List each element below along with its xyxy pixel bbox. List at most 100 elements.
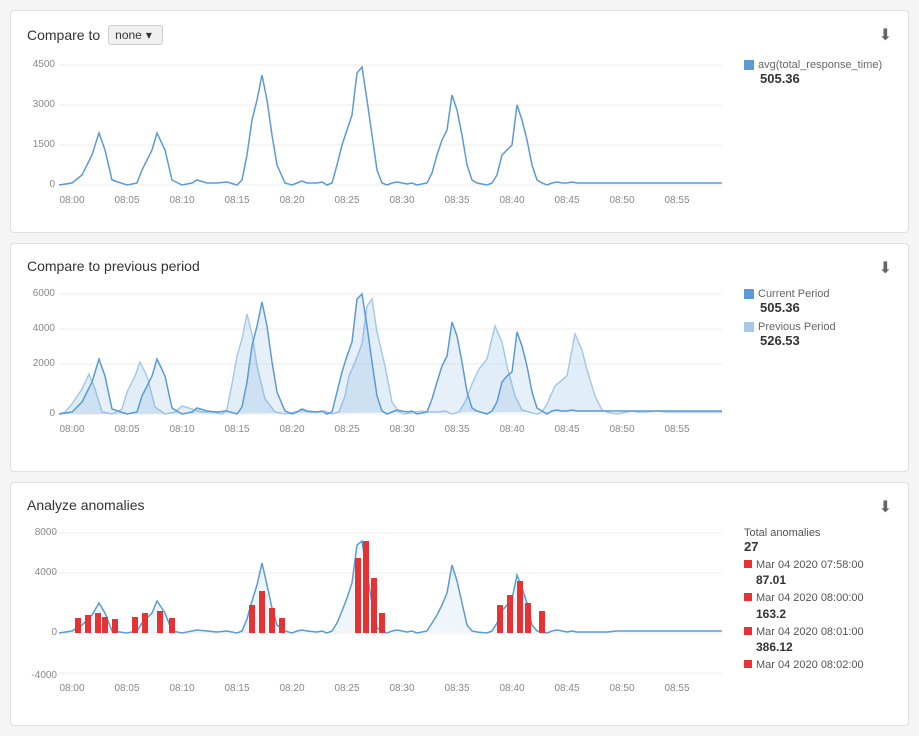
- svg-text:4000: 4000: [35, 567, 58, 578]
- panel1-chart: 4500 3000 1500 0 08:00 08:05 08:10 08:15: [27, 55, 732, 218]
- svg-text:08:35: 08:35: [444, 683, 469, 694]
- svg-text:08:40: 08:40: [499, 424, 524, 435]
- panel-anomalies: Analyze anomalies 8000 4000 0 -4000: [10, 482, 909, 726]
- legend-color-avg: [744, 60, 754, 70]
- svg-text:1500: 1500: [33, 139, 56, 150]
- svg-text:08:50: 08:50: [609, 195, 634, 206]
- chevron-down-icon: ▾: [146, 28, 152, 42]
- anomaly-entries-list: Mar 04 2020 07:58:00 87.01 Mar 04 2020 0…: [744, 558, 892, 674]
- svg-text:08:45: 08:45: [554, 683, 579, 694]
- legend-text-avg: avg(total_response_time): [758, 59, 882, 71]
- svg-text:08:45: 08:45: [554, 424, 579, 435]
- svg-text:08:40: 08:40: [499, 195, 524, 206]
- panel1-chart-area: 4500 3000 1500 0 08:00 08:05 08:10 08:15: [27, 55, 892, 218]
- anomaly-entry-date: Mar 04 2020 08:02:00: [756, 658, 864, 673]
- svg-text:08:55: 08:55: [664, 195, 689, 206]
- compare-select-value: none: [115, 28, 142, 42]
- panel1-title: Compare to: [27, 27, 100, 43]
- anomaly-entry-date: Mar 04 2020 07:58:00: [756, 558, 864, 573]
- legend-item-previous: Previous Period 526.53: [744, 321, 892, 348]
- svg-text:08:20: 08:20: [279, 195, 304, 206]
- anomaly-total-value: 27: [744, 539, 892, 554]
- svg-text:08:15: 08:15: [224, 424, 249, 435]
- svg-text:08:30: 08:30: [389, 424, 414, 435]
- anomaly-total-label: Total anomalies: [744, 527, 892, 539]
- svg-text:08:10: 08:10: [169, 424, 194, 435]
- legend-color-current: [744, 289, 754, 299]
- legend-label-current: Current Period: [744, 288, 892, 300]
- svg-text:08:25: 08:25: [334, 424, 359, 435]
- legend-label-previous: Previous Period: [744, 321, 892, 333]
- svg-text:08:25: 08:25: [334, 195, 359, 206]
- anomaly-dot-icon: [744, 660, 752, 668]
- svg-text:08:15: 08:15: [224, 683, 249, 694]
- svg-text:0: 0: [49, 408, 55, 419]
- legend-item-current: Current Period 505.36: [744, 288, 892, 315]
- panel2-chart: 6000 4000 2000 0 08:00 08:05 0: [27, 284, 732, 457]
- panel3-legend: Total anomalies 27 Mar 04 2020 07:58:00 …: [732, 523, 892, 674]
- panel3-title: Analyze anomalies: [27, 497, 145, 513]
- page-container: Compare to none ▾ 4500 3000 1500 0: [0, 0, 919, 736]
- svg-text:08:35: 08:35: [444, 195, 469, 206]
- svg-text:08:50: 08:50: [609, 683, 634, 694]
- panel-compare-previous: Compare to previous period 6000 4000 200…: [10, 243, 909, 472]
- anomaly-entry-value: 87.01: [756, 573, 864, 587]
- legend-label-avg: avg(total_response_time): [744, 59, 892, 71]
- panel2-chart-area: 6000 4000 2000 0 08:00 08:05 0: [27, 284, 892, 457]
- svg-text:08:30: 08:30: [389, 195, 414, 206]
- svg-text:08:50: 08:50: [609, 424, 634, 435]
- svg-text:4500: 4500: [33, 59, 56, 70]
- anomaly-entry-0: Mar 04 2020 07:58:00 87.01: [744, 558, 892, 587]
- svg-text:08:10: 08:10: [169, 683, 194, 694]
- compare-select-dropdown[interactable]: none ▾: [108, 25, 163, 45]
- legend-value-previous: 526.53: [760, 333, 892, 348]
- legend-color-previous: [744, 322, 754, 332]
- svg-text:08:05: 08:05: [114, 195, 139, 206]
- svg-text:3000: 3000: [33, 99, 56, 110]
- panel3-header: Analyze anomalies: [27, 497, 892, 513]
- legend-text-current: Current Period: [758, 288, 830, 300]
- anomaly-entry-1: Mar 04 2020 08:00:00 163.2: [744, 591, 892, 620]
- legend-value-current: 505.36: [760, 300, 892, 315]
- anomaly-dot-icon: [744, 627, 752, 635]
- svg-text:08:20: 08:20: [279, 683, 304, 694]
- svg-text:6000: 6000: [33, 288, 56, 299]
- svg-text:08:00: 08:00: [59, 195, 84, 206]
- svg-text:08:25: 08:25: [334, 683, 359, 694]
- legend-text-previous: Previous Period: [758, 321, 836, 333]
- svg-text:4000: 4000: [33, 323, 56, 334]
- anomaly-entry-3: Mar 04 2020 08:02:00: [744, 658, 892, 673]
- svg-text:08:45: 08:45: [554, 195, 579, 206]
- anomaly-entry-value: 386.12: [756, 640, 864, 654]
- panel2-header: Compare to previous period: [27, 258, 892, 274]
- svg-text:08:10: 08:10: [169, 195, 194, 206]
- anomaly-entry-date: Mar 04 2020 08:01:00: [756, 625, 864, 640]
- svg-text:8000: 8000: [35, 527, 58, 538]
- panel1-legend: avg(total_response_time) 505.36: [732, 55, 892, 90]
- svg-text:0: 0: [49, 179, 55, 190]
- svg-text:08:20: 08:20: [279, 424, 304, 435]
- panel-compare-to: Compare to none ▾ 4500 3000 1500 0: [10, 10, 909, 233]
- panel2-title: Compare to previous period: [27, 258, 200, 274]
- panel1-download-button[interactable]: ⬇: [879, 25, 892, 45]
- svg-text:08:35: 08:35: [444, 424, 469, 435]
- panel3-chart-area: 8000 4000 0 -4000: [27, 523, 892, 711]
- svg-text:-4000: -4000: [31, 670, 57, 681]
- panel2-download-button[interactable]: ⬇: [879, 258, 892, 278]
- panel3-chart: 8000 4000 0 -4000: [27, 523, 732, 711]
- anomaly-dot-icon: [744, 560, 752, 568]
- legend-item-avg: avg(total_response_time) 505.36: [744, 59, 892, 86]
- panel2-legend: Current Period 505.36 Previous Period 52…: [732, 284, 892, 352]
- svg-text:08:05: 08:05: [114, 424, 139, 435]
- panel3-download-button[interactable]: ⬇: [879, 497, 892, 517]
- svg-text:08:55: 08:55: [664, 424, 689, 435]
- anomaly-entry-2: Mar 04 2020 08:01:00 386.12: [744, 625, 892, 654]
- anomaly-entry-date: Mar 04 2020 08:00:00: [756, 591, 864, 606]
- svg-text:08:55: 08:55: [664, 683, 689, 694]
- svg-text:08:05: 08:05: [114, 683, 139, 694]
- svg-text:08:00: 08:00: [59, 424, 84, 435]
- panel1-header: Compare to none ▾: [27, 25, 892, 45]
- svg-text:08:40: 08:40: [499, 683, 524, 694]
- svg-text:2000: 2000: [33, 358, 56, 369]
- svg-text:08:00: 08:00: [59, 683, 84, 694]
